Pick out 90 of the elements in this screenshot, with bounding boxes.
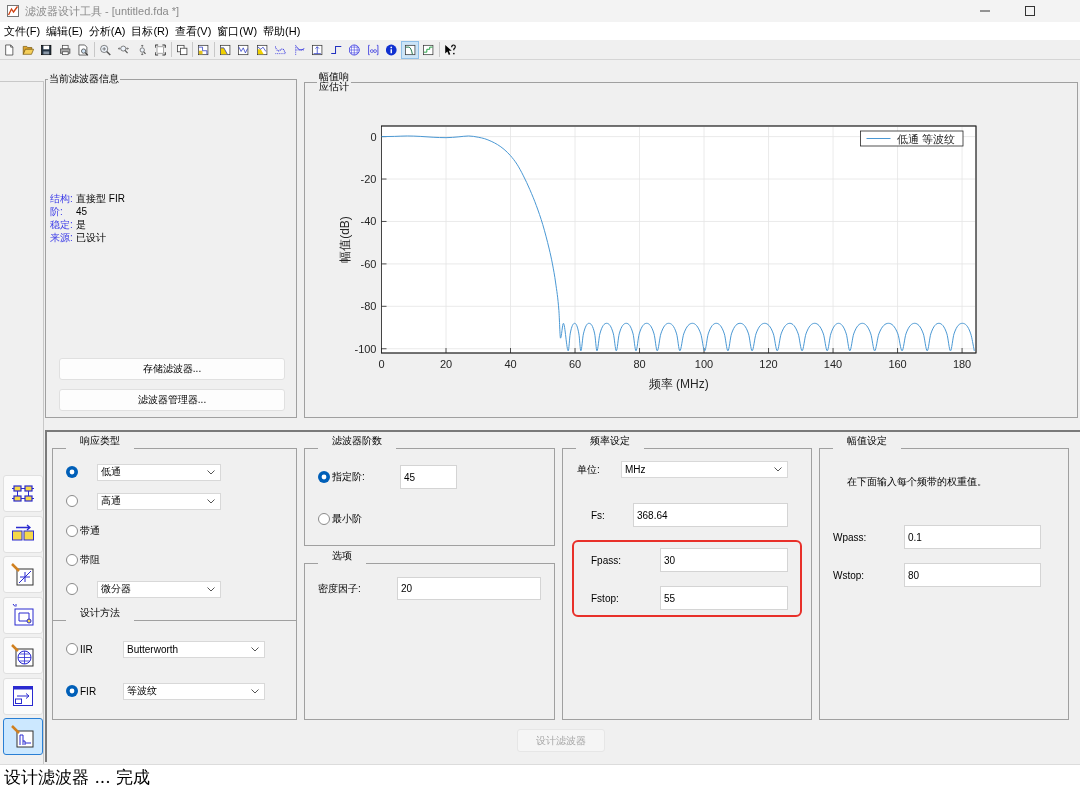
group-title: 滤波器阶数 <box>318 435 396 450</box>
group-title: 频率设定 <box>576 435 644 450</box>
diagram-icon <box>11 603 35 627</box>
input-field[interactable]: 30 <box>660 548 788 572</box>
axis-title: 幅值(dB) <box>338 216 352 263</box>
pencil-chart-icon <box>11 562 35 587</box>
info-value: 是 <box>76 218 86 231</box>
tick-label: 180 <box>952 358 972 370</box>
radio-option[interactable]: 带阻 <box>66 552 100 567</box>
tick-label: 140 <box>823 358 843 370</box>
info-label: 来源: <box>50 231 74 244</box>
caret-icon <box>251 646 259 652</box>
info-value: 直接型 FIR <box>76 192 125 205</box>
radio-option[interactable]: 最小阶 <box>318 511 400 526</box>
tick-label: 20 <box>439 358 453 370</box>
push-button[interactable]: 存储滤波器... <box>59 358 285 380</box>
tick-label: 60 <box>568 358 582 370</box>
tick-label: 0 <box>378 358 385 370</box>
menu-item[interactable]: 文件(F) <box>1 23 44 39</box>
radio-option[interactable]: IIR <box>66 643 123 655</box>
tick-label: 80 <box>633 358 646 370</box>
field-label: Wstop: <box>833 569 866 581</box>
input-field[interactable]: 55 <box>660 586 788 610</box>
radio-option[interactable]: FIR <box>66 685 123 697</box>
app-icon <box>7 5 19 17</box>
group-title: 当前滤波器信息 <box>48 72 120 86</box>
input-field[interactable]: 45 <box>400 465 457 489</box>
dropdown[interactable]: 微分器 <box>97 580 221 598</box>
radio-option[interactable]: 带通 <box>66 523 100 538</box>
tick-label: 120 <box>759 358 778 370</box>
group-title: 响应类型 <box>66 435 134 450</box>
tick-label: 0 <box>370 130 377 143</box>
push-button[interactable]: 滤波器管理器... <box>59 389 285 411</box>
info-label: 稳定: <box>50 218 74 231</box>
field-label: Wpass: <box>833 531 868 543</box>
info-label: 阶: <box>50 205 64 218</box>
field-label: 单位: <box>577 462 601 477</box>
input-field[interactable]: 0.1 <box>904 525 1041 549</box>
tick-label: -20 <box>360 173 377 186</box>
menu-item[interactable]: 分析(A) <box>85 23 129 39</box>
info-value: 已设计 <box>76 231 106 244</box>
caret-icon <box>207 469 215 475</box>
group-title: 幅值响应估计 <box>317 72 351 92</box>
tick-label: 40 <box>504 358 517 370</box>
legend-label: 低通 等波纹 <box>896 132 955 145</box>
field-label: 密度因子: <box>318 581 362 596</box>
dropdown[interactable]: 等波纹 <box>123 682 265 700</box>
radio-button[interactable] <box>66 583 78 596</box>
dropdown[interactable]: 低通 <box>97 463 221 481</box>
dropdown[interactable]: Butterworth <box>123 640 265 658</box>
field-label: Fstop: <box>591 592 620 604</box>
tick-label: -40 <box>360 215 377 228</box>
tick-label: 160 <box>888 358 907 370</box>
falling-curve-icon[interactable] <box>400 40 419 59</box>
tick-label: -80 <box>360 300 377 313</box>
menu-item[interactable]: 编辑(E) <box>43 23 86 39</box>
field-label: Fs: <box>591 509 606 521</box>
pencil-globe-icon <box>11 643 35 668</box>
status-text: 设计滤波器 ... 完成 <box>0 764 1080 789</box>
caret-icon <box>774 467 782 472</box>
caret-icon <box>251 688 259 694</box>
dropdown[interactable]: MHz <box>621 461 788 478</box>
menu-item[interactable]: 窗口(W) <box>214 23 261 39</box>
group-title: 设计方法 <box>66 607 134 622</box>
instruction-text: 在下面输入每个频带的权重值。 <box>847 476 988 488</box>
pencil-response-icon <box>11 724 35 749</box>
window-title: 滤波器设计工具 - [untitled.fda *] <box>25 3 180 19</box>
axis-title: 频率 (MHz) <box>648 377 709 391</box>
input-field[interactable]: 20 <box>397 577 541 600</box>
tick-label: 100 <box>694 358 714 370</box>
sidebar-button[interactable] <box>3 718 43 755</box>
group-title: 选项 <box>318 550 366 565</box>
radio-button[interactable] <box>66 495 78 508</box>
group-title: 幅值设定 <box>833 435 901 450</box>
dropdown[interactable]: 高通 <box>97 492 221 510</box>
menu-item[interactable]: 查看(V) <box>171 23 215 39</box>
info-label: 结构: <box>50 192 74 205</box>
input-field[interactable]: 368.64 <box>633 503 788 527</box>
radio-button[interactable] <box>66 466 78 478</box>
info-value: 45 <box>76 205 88 218</box>
menu-item[interactable]: 帮助(H) <box>260 23 304 39</box>
menu-item[interactable]: 目标(R) <box>128 23 172 39</box>
caret-icon <box>207 586 215 592</box>
field-label: Fpass: <box>591 554 622 566</box>
caret-icon <box>207 498 215 504</box>
tick-label: -100 <box>354 342 377 355</box>
tick-label: -60 <box>360 257 377 270</box>
input-field[interactable]: 80 <box>904 563 1041 587</box>
radio-option[interactable]: 指定阶: <box>318 470 400 484</box>
maximize-icon[interactable] <box>1025 6 1035 16</box>
